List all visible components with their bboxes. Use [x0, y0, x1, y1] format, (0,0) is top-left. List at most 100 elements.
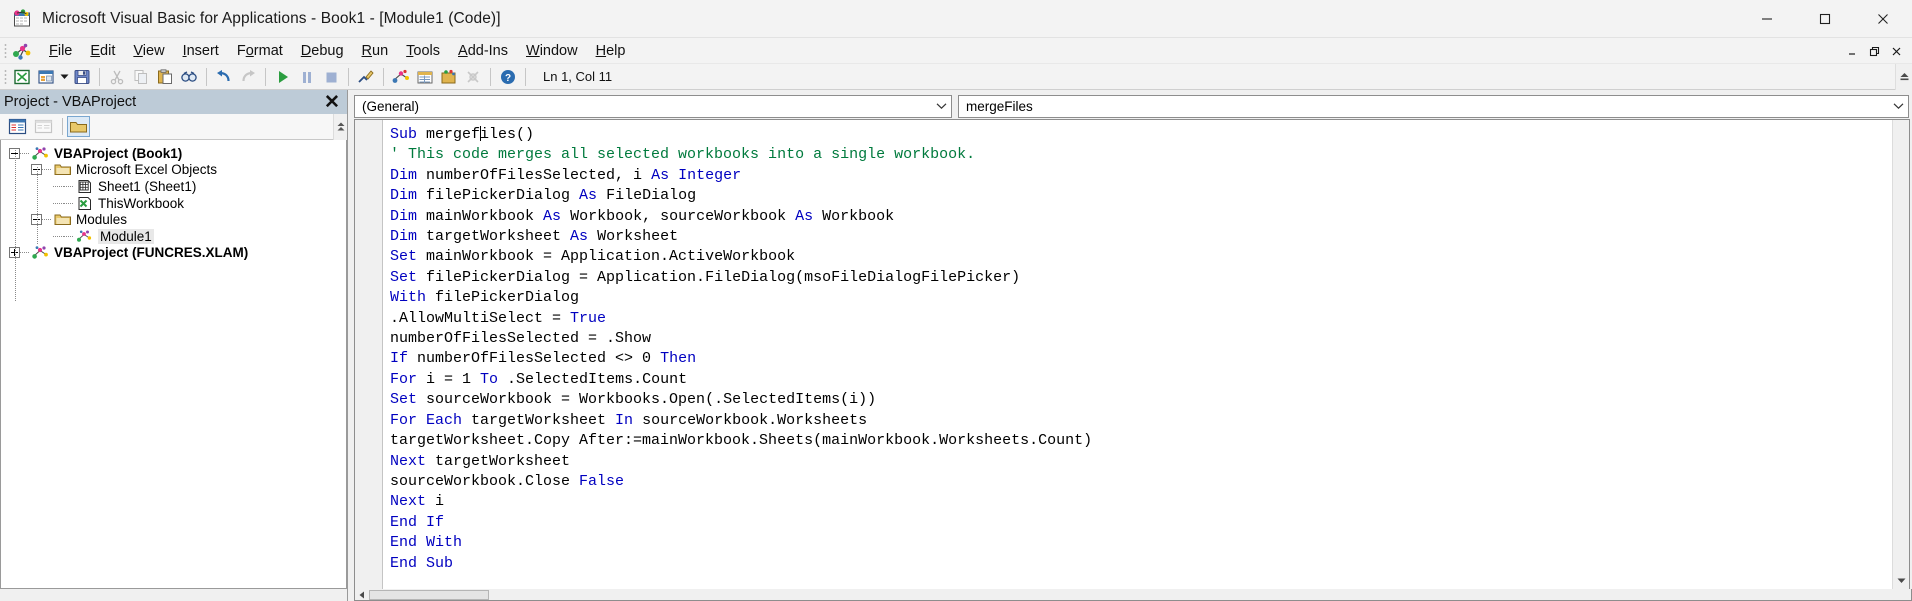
- mdi-close-button[interactable]: [1886, 41, 1906, 61]
- code-line: Dim targetWorksheet As Worksheet: [390, 227, 1892, 247]
- menu-view[interactable]: View: [124, 39, 173, 63]
- chevron-down-icon[interactable]: [931, 96, 951, 117]
- maximize-button[interactable]: [1796, 0, 1854, 38]
- tree-item[interactable]: VBAProject (FUNCRES.XLAM): [1, 245, 346, 262]
- menu-addins[interactable]: Add-Ins: [449, 39, 517, 63]
- vba-project-icon: [32, 245, 50, 260]
- menu-insert[interactable]: Insert: [174, 39, 228, 63]
- tree-connector: [42, 219, 52, 221]
- toolbar-separator: [525, 67, 526, 86]
- tree-connector: [64, 185, 74, 187]
- code-text-token: mergef: [417, 126, 481, 143]
- code-text-token: Workbook: [813, 207, 895, 225]
- code-editor-area: Sub mergefiles() ' This code merges all s…: [354, 119, 1910, 589]
- reset-icon: [320, 66, 342, 88]
- menu-bar: File Edit View Insert Format Debug Run T…: [0, 38, 1912, 64]
- menu-help[interactable]: Help: [587, 39, 635, 63]
- code-margin-indicator-bar[interactable]: [355, 120, 383, 589]
- undo-icon[interactable]: [213, 66, 235, 88]
- code-keyword: As: [543, 207, 562, 225]
- code-keyword: Set: [390, 391, 418, 409]
- code-line: Dim mainWorkbook As Workbook, sourceWork…: [390, 207, 1892, 227]
- code-scrollbar-up-button[interactable]: [1895, 64, 1912, 90]
- insert-dropdown-arrow-icon[interactable]: [58, 72, 70, 81]
- menu-format[interactable]: Format: [228, 39, 292, 63]
- code-keyword: For: [390, 370, 418, 388]
- scroll-down-button[interactable]: [1893, 572, 1909, 589]
- code-line: numberOfFilesSelected = .Show: [390, 329, 1892, 349]
- code-horizontal-scrollbar[interactable]: [354, 589, 1912, 601]
- code-dropdown-row: (General) mergeFiles: [354, 93, 1912, 119]
- code-text[interactable]: Sub mergefiles() ' This code merges all s…: [383, 120, 1892, 589]
- horizontal-scrollbar-thumb[interactable]: [369, 589, 489, 600]
- folder-icon: [54, 162, 72, 177]
- tree-item[interactable]: Module1: [1, 228, 346, 245]
- tree-item[interactable]: Modules: [1, 211, 346, 228]
- properties-window-icon[interactable]: [414, 66, 436, 88]
- bottom-strip: [0, 589, 1912, 601]
- tree-guide-line: [15, 150, 16, 302]
- view-excel-icon[interactable]: [11, 66, 33, 88]
- design-mode-icon[interactable]: [355, 66, 377, 88]
- code-keyword: End Sub: [390, 554, 454, 572]
- worksheet-icon: [76, 179, 94, 194]
- menu-file[interactable]: File: [40, 39, 81, 63]
- menu-window[interactable]: Window: [517, 39, 587, 63]
- menu-run[interactable]: Run: [353, 39, 398, 63]
- cursor-position-status: Ln 1, Col 11: [543, 69, 613, 84]
- procedure-dropdown[interactable]: mergeFiles: [958, 94, 1909, 118]
- toggle-folders-icon[interactable]: [67, 116, 90, 137]
- mdi-minimize-button[interactable]: [1842, 41, 1862, 61]
- tree-connector: [53, 235, 64, 237]
- tree-item[interactable]: Microsoft Excel Objects: [1, 162, 346, 179]
- project-toolbar-separator: [62, 118, 63, 135]
- toolbar-separator: [348, 67, 349, 86]
- minimize-button[interactable]: [1738, 0, 1796, 38]
- scrollbar-track[interactable]: [1893, 120, 1909, 572]
- menu-edit[interactable]: Edit: [81, 39, 124, 63]
- menu-grip-handle[interactable]: [4, 42, 7, 59]
- code-vertical-scrollbar[interactable]: [1892, 120, 1909, 589]
- help-icon[interactable]: ?: [497, 66, 519, 88]
- close-button[interactable]: [1854, 0, 1912, 38]
- menu-tools[interactable]: Tools: [397, 39, 449, 63]
- object-browser-icon[interactable]: [438, 66, 460, 88]
- code-text-token: targetWorksheet.Copy After:=mainWorkbook…: [390, 432, 1093, 450]
- toolbar-separator: [265, 67, 266, 86]
- view-object-icon[interactable]: [32, 116, 55, 137]
- paste-icon[interactable]: [154, 66, 176, 88]
- project-explorer-icon[interactable]: [390, 66, 412, 88]
- toolbar-grip-handle[interactable]: [4, 68, 7, 85]
- code-line: .AllowMultiSelect = True: [390, 309, 1892, 329]
- chevron-down-icon[interactable]: [1888, 96, 1908, 117]
- tree-item[interactable]: Sheet1 (Sheet1): [1, 178, 346, 195]
- tree-item-label: Module1: [98, 228, 154, 244]
- code-text-token: i: [426, 493, 445, 511]
- scroll-left-button[interactable]: [355, 589, 369, 600]
- run-icon[interactable]: [272, 66, 294, 88]
- insert-userform-icon[interactable]: [35, 66, 57, 88]
- code-keyword: If: [390, 350, 409, 368]
- code-keyword: As: [579, 187, 598, 205]
- tree-item[interactable]: VBAProject (Book1): [1, 145, 346, 162]
- code-keyword: Next: [390, 493, 427, 511]
- code-text-token: filePickerDialog: [417, 187, 580, 205]
- tree-item[interactable]: ThisWorkbook: [1, 195, 346, 212]
- find-icon[interactable]: [178, 66, 200, 88]
- mdi-restore-button[interactable]: [1864, 41, 1884, 61]
- code-keyword: Set: [390, 268, 418, 286]
- view-code-icon[interactable]: [6, 116, 29, 137]
- project-tree[interactable]: VBAProject (Book1) Microsoft Excel Object…: [0, 140, 347, 589]
- code-line: Set mainWorkbook = Application.ActiveWor…: [390, 247, 1892, 267]
- object-dropdown-value: (General): [362, 98, 420, 114]
- project-explorer-close-icon[interactable]: ✕: [321, 91, 343, 113]
- project-scrollbar-up-button[interactable]: [333, 114, 347, 140]
- menu-debug[interactable]: Debug: [292, 39, 353, 63]
- save-icon[interactable]: [71, 66, 93, 88]
- code-horizontal-scroll-area: [348, 589, 1912, 601]
- code-text-token: Worksheet: [588, 228, 679, 246]
- tree-connector: [64, 202, 74, 204]
- vba-editor-window: Microsoft Visual Basic for Applications …: [0, 0, 1912, 601]
- object-dropdown[interactable]: (General): [354, 94, 952, 118]
